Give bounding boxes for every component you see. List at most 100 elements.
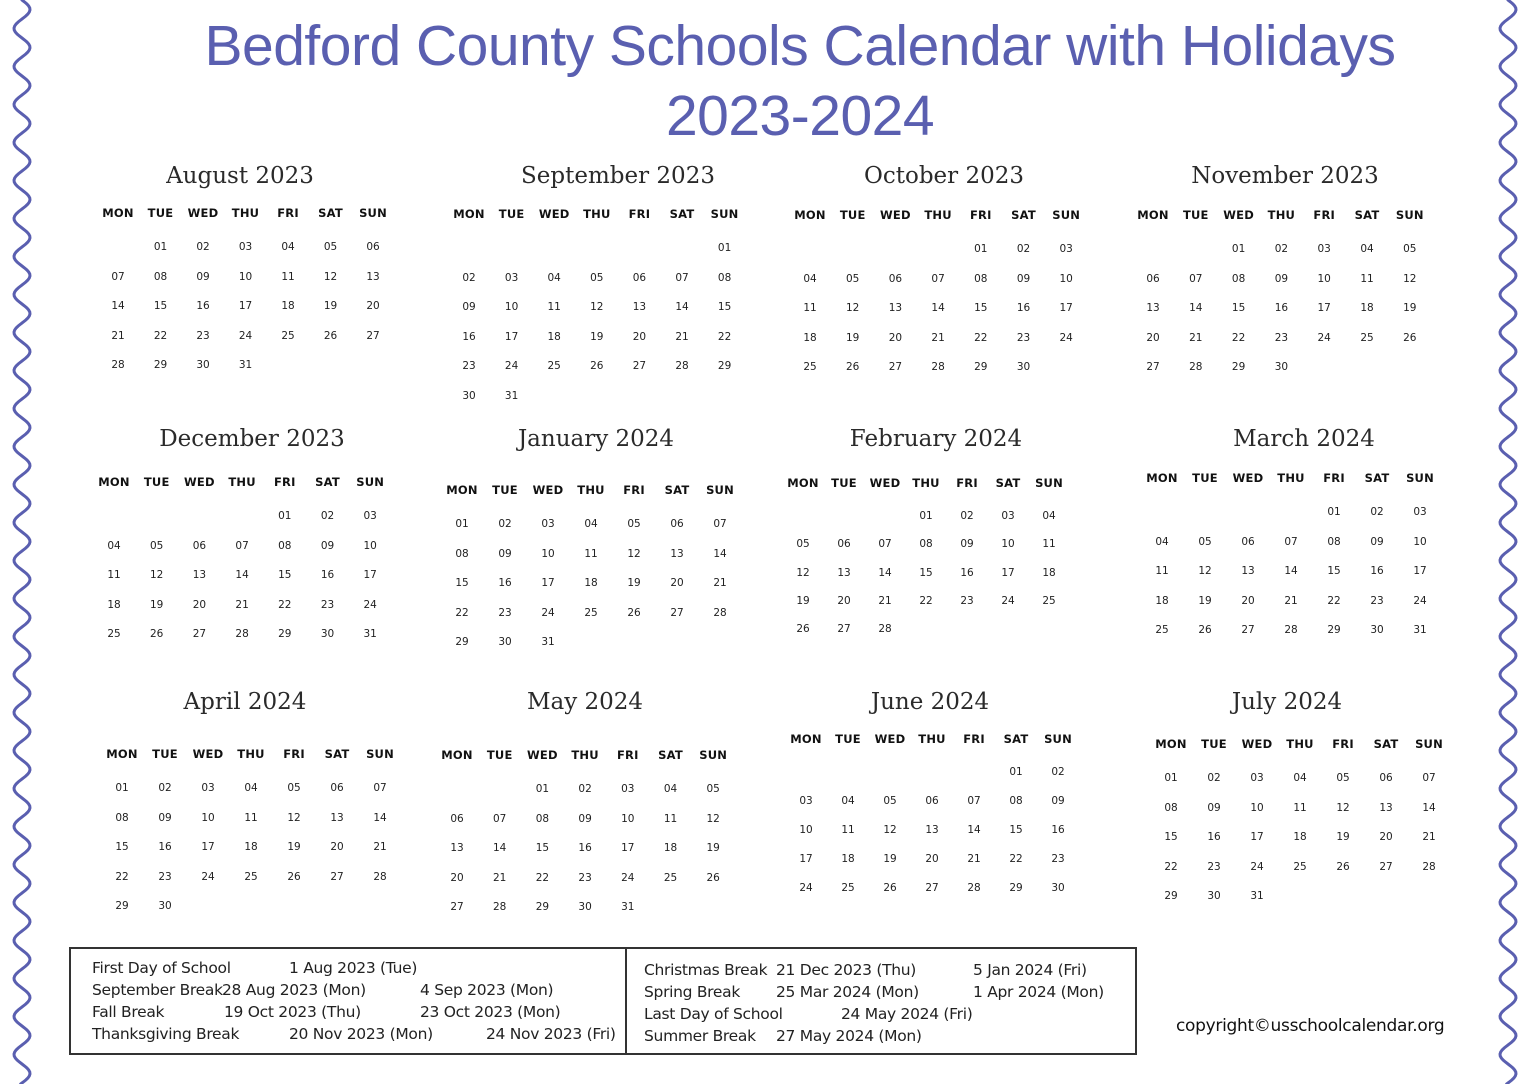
weekday-header: FRI — [1313, 208, 1335, 222]
day-cell: 15 — [278, 569, 292, 581]
legend-label: Last Day of School — [644, 1005, 783, 1023]
day-cell: 09 — [1207, 801, 1221, 814]
day-cell: 14 — [493, 842, 507, 854]
day-cell: 19 — [323, 300, 338, 312]
day-cell: 30 — [1274, 361, 1289, 373]
weekday-header: WED — [192, 747, 224, 761]
day-cell: 25 — [841, 882, 855, 894]
day-cell: 18 — [1360, 302, 1374, 314]
day-cell: 30 — [578, 901, 592, 913]
day-cell: 01 — [1327, 506, 1341, 518]
month-title: April 2024 — [183, 689, 307, 715]
weekday-header: TUE — [498, 207, 525, 221]
day-cell: 01 — [535, 783, 550, 795]
legend-end-date: 4 Sep 2023 (Mon) — [420, 981, 554, 999]
day-cell: 28 — [931, 361, 945, 373]
day-cell: 19 — [1198, 594, 1212, 607]
day-cell: 25 — [1042, 594, 1056, 607]
weekday-header: FRI — [283, 747, 305, 761]
weekday-header: TUE — [147, 206, 174, 220]
day-cell: 02 — [578, 783, 592, 795]
weekday-header: WED — [1223, 208, 1254, 222]
weekday-header: TUE — [143, 475, 170, 489]
day-cell: 03 — [363, 510, 377, 522]
day-cell: 08 — [1231, 272, 1246, 285]
day-cell: 10 — [1001, 538, 1015, 551]
day-cell: 17 — [541, 577, 555, 589]
day-cell: 15 — [717, 301, 732, 313]
day-cell: 12 — [150, 569, 164, 581]
day-cell: 22 — [919, 594, 933, 607]
day-cell: 04 — [1042, 510, 1056, 522]
day-cell: 12 — [323, 270, 338, 283]
weekday-header: TUE — [839, 208, 866, 222]
day-cell: 27 — [670, 606, 684, 619]
day-cell: 06 — [450, 812, 464, 825]
month-title: November 2023 — [1191, 163, 1379, 189]
weekday-header: THU — [918, 732, 946, 746]
day-cell: 06 — [837, 538, 851, 551]
legend-start-date: 19 Oct 2023 (Thu) — [224, 1003, 361, 1021]
day-cell: 09 — [1016, 272, 1031, 285]
wave-line — [1498, 0, 1518, 1084]
day-cell: 27 — [330, 870, 344, 883]
day-cell: 15 — [1009, 824, 1023, 836]
day-cell: 24 — [1317, 331, 1331, 344]
day-cell: 20 — [450, 871, 464, 884]
day-cell: 27 — [192, 628, 207, 640]
day-cell: 16 — [1274, 302, 1289, 314]
weekday-header: TUE — [152, 747, 178, 761]
day-cell: 23 — [158, 870, 172, 883]
day-cell: 18 — [663, 842, 678, 854]
legend-start-date: 1 Aug 2023 (Tue) — [289, 959, 418, 977]
day-cell: 05 — [706, 783, 720, 795]
day-cell: 28 — [373, 870, 387, 883]
day-cell: 17 — [363, 569, 377, 581]
day-cell: 28 — [111, 359, 125, 371]
month-title: February 2024 — [849, 426, 1023, 452]
day-cell: 28 — [1189, 361, 1203, 373]
day-cell: 24 — [363, 598, 377, 611]
day-cell: 21 — [493, 871, 507, 884]
legend-label: Summer Break — [644, 1027, 756, 1045]
weekday-header: TUE — [492, 483, 518, 497]
day-cell: 02 — [1051, 766, 1065, 778]
legend-label: Thanksgiving Break — [92, 1025, 240, 1043]
day-cell: 01 — [278, 510, 292, 522]
day-cell: 02 — [462, 271, 476, 284]
day-cell: 22 — [1009, 853, 1023, 865]
day-cell: 19 — [287, 841, 301, 853]
weekday-header: MON — [787, 476, 819, 490]
day-cell: 20 — [925, 853, 939, 865]
day-cell: 21 — [931, 331, 945, 344]
weekday-header: THU — [237, 747, 265, 761]
day-cell: 21 — [1422, 831, 1436, 843]
day-cell: 27 — [888, 361, 903, 373]
day-cell: 13 — [1379, 801, 1393, 814]
day-cell: 18 — [1155, 594, 1169, 607]
day-cell: 17 — [1001, 566, 1015, 579]
weekday-header: FRI — [963, 732, 985, 746]
day-cell: 17 — [621, 842, 635, 854]
day-cell: 14 — [111, 300, 125, 312]
day-cell: 06 — [1241, 535, 1255, 548]
day-cell: 31 — [363, 628, 377, 640]
weekday-header: SUN — [699, 748, 728, 762]
weekday-header: TUE — [1182, 208, 1209, 222]
copyright-text: copyright©usschoolcalendar.org — [1176, 1016, 1445, 1036]
day-cell: 01 — [1231, 243, 1246, 255]
day-cell: 12 — [796, 566, 810, 579]
legend-divider — [625, 947, 627, 1055]
day-cell: 10 — [1413, 535, 1427, 548]
day-cell: 24 — [201, 870, 215, 883]
weekday-header: WED — [869, 476, 901, 490]
weekday-header: SAT — [1373, 737, 1399, 751]
day-cell: 30 — [462, 389, 476, 402]
day-cell: 09 — [960, 538, 974, 551]
day-cell: 08 — [153, 270, 168, 283]
day-cell: 03 — [201, 782, 215, 794]
day-cell: 10 — [363, 539, 377, 552]
day-cell: 03 — [1317, 243, 1331, 255]
day-cell: 11 — [244, 811, 258, 824]
day-cell: 27 — [632, 360, 647, 372]
